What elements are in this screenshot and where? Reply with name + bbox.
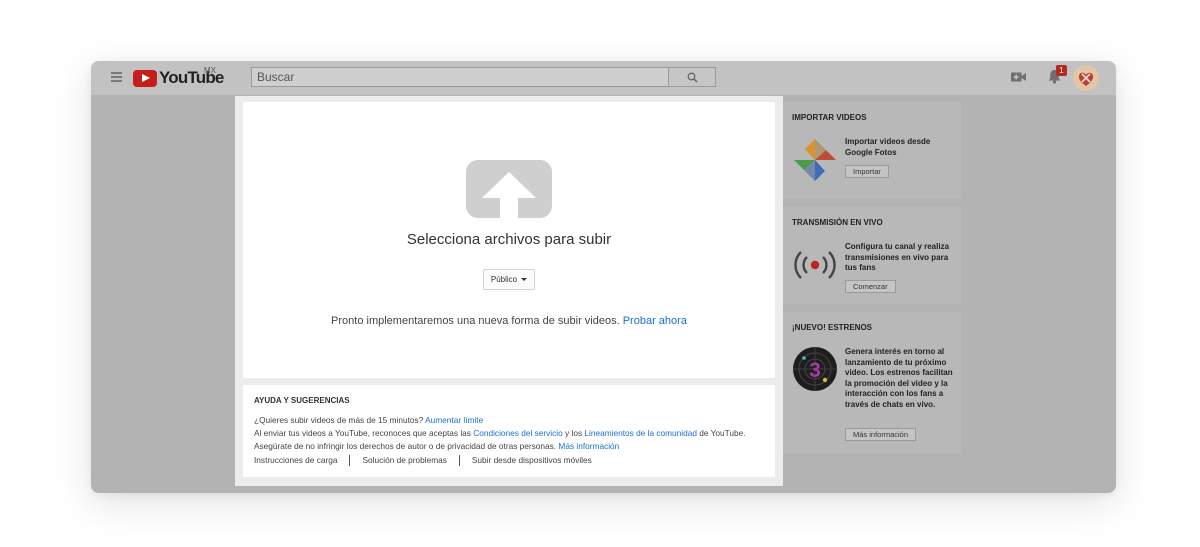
upload-instructions-link[interactable]: Instrucciones de carga bbox=[254, 455, 349, 466]
search-button[interactable] bbox=[668, 67, 716, 87]
youtube-play-icon bbox=[133, 69, 157, 87]
more-info-button[interactable]: Más información bbox=[845, 428, 917, 441]
new-way-text: Pronto implementaremos una nueva forma d… bbox=[331, 315, 620, 327]
help-line1-text: ¿Quieres subir videos de más de 15 minut… bbox=[254, 415, 424, 425]
youtube-logo[interactable]: YouTube MX bbox=[133, 66, 224, 88]
privacy-label: Público bbox=[490, 275, 518, 284]
help-line2-pre: Al enviar tus videos a YouTube, reconoce… bbox=[254, 428, 471, 438]
browser-window: YouTube MX 1 bbox=[91, 61, 1116, 493]
video-camera-icon[interactable] bbox=[1011, 71, 1027, 83]
search-box[interactable] bbox=[251, 67, 669, 87]
try-now-link[interactable]: Probar ahora bbox=[623, 315, 687, 327]
import-videos-card: IMPORTAR VIDEOS Importar videos desde Go… bbox=[783, 102, 961, 199]
avatar[interactable] bbox=[1073, 65, 1099, 91]
troubleshooting-link[interactable]: Solución de problemas bbox=[349, 455, 458, 466]
country-code: MX bbox=[204, 66, 216, 75]
premieres-text: Genera interés en torno al lanzamiento d… bbox=[845, 347, 953, 409]
import-title: IMPORTAR VIDEOS bbox=[792, 113, 867, 122]
premieres-card: ¡NUEVO! ESTRENOS 3 Genera interés en tor… bbox=[783, 312, 961, 453]
more-info-link[interactable]: Más información bbox=[558, 441, 619, 451]
help-line3-text: Asegúrate de no infringir los derechos d… bbox=[254, 441, 557, 451]
caret-down-icon bbox=[521, 278, 528, 281]
increase-limit-link[interactable]: Aumentar límite bbox=[425, 415, 483, 425]
live-title: TRANSMISIÓN EN VIVO bbox=[792, 218, 883, 227]
top-bar: YouTube MX 1 bbox=[91, 61, 1116, 95]
new-upload-notice: Pronto implementaremos una nueva forma d… bbox=[243, 315, 775, 327]
privacy-dropdown[interactable]: Público bbox=[483, 269, 535, 290]
upload-card[interactable]: Selecciona archivos para subir Público P… bbox=[243, 102, 775, 378]
live-broadcast-icon bbox=[794, 251, 836, 279]
community-guidelines-link[interactable]: Lineamientos de la comunidad bbox=[584, 428, 697, 438]
premieres-title: ¡NUEVO! ESTRENOS bbox=[792, 323, 873, 332]
premieres-icon-number: 3 bbox=[809, 359, 821, 382]
google-photos-icon bbox=[794, 139, 836, 181]
search-input[interactable] bbox=[252, 68, 668, 86]
help-card: AYUDA Y SUGERENCIAS ¿Quieres subir video… bbox=[243, 385, 775, 477]
help-line2-post: de YouTube. bbox=[699, 428, 746, 438]
live-stream-card: TRANSMISIÓN EN VIVO Configura tu canal y… bbox=[783, 207, 961, 304]
help-title: AYUDA Y SUGERENCIAS bbox=[254, 396, 350, 405]
import-button[interactable]: Importar bbox=[845, 165, 889, 178]
help-links: Instrucciones de carga Solución de probl… bbox=[254, 455, 604, 466]
mobile-upload-link[interactable]: Subir desde dispositivos móviles bbox=[458, 455, 604, 466]
heart-icon bbox=[1078, 72, 1094, 86]
terms-of-service-link[interactable]: Condiciones del servicio bbox=[473, 428, 562, 438]
search-icon bbox=[687, 72, 698, 83]
help-text: ¿Quieres subir videos de más de 15 minut… bbox=[254, 414, 769, 453]
import-text: Importar videos desde Google Fotos bbox=[845, 137, 931, 157]
upload-title: Selecciona archivos para subir bbox=[406, 231, 612, 248]
help-line2-mid: y los bbox=[565, 428, 583, 438]
notification-badge: 1 bbox=[1056, 65, 1067, 76]
premieres-icon: 3 bbox=[793, 347, 837, 391]
start-live-button[interactable]: Comenzar bbox=[845, 280, 896, 293]
live-text: Configura tu canal y realiza transmision… bbox=[845, 242, 950, 273]
upload-icon[interactable] bbox=[466, 160, 552, 218]
menu-icon[interactable] bbox=[111, 72, 122, 82]
